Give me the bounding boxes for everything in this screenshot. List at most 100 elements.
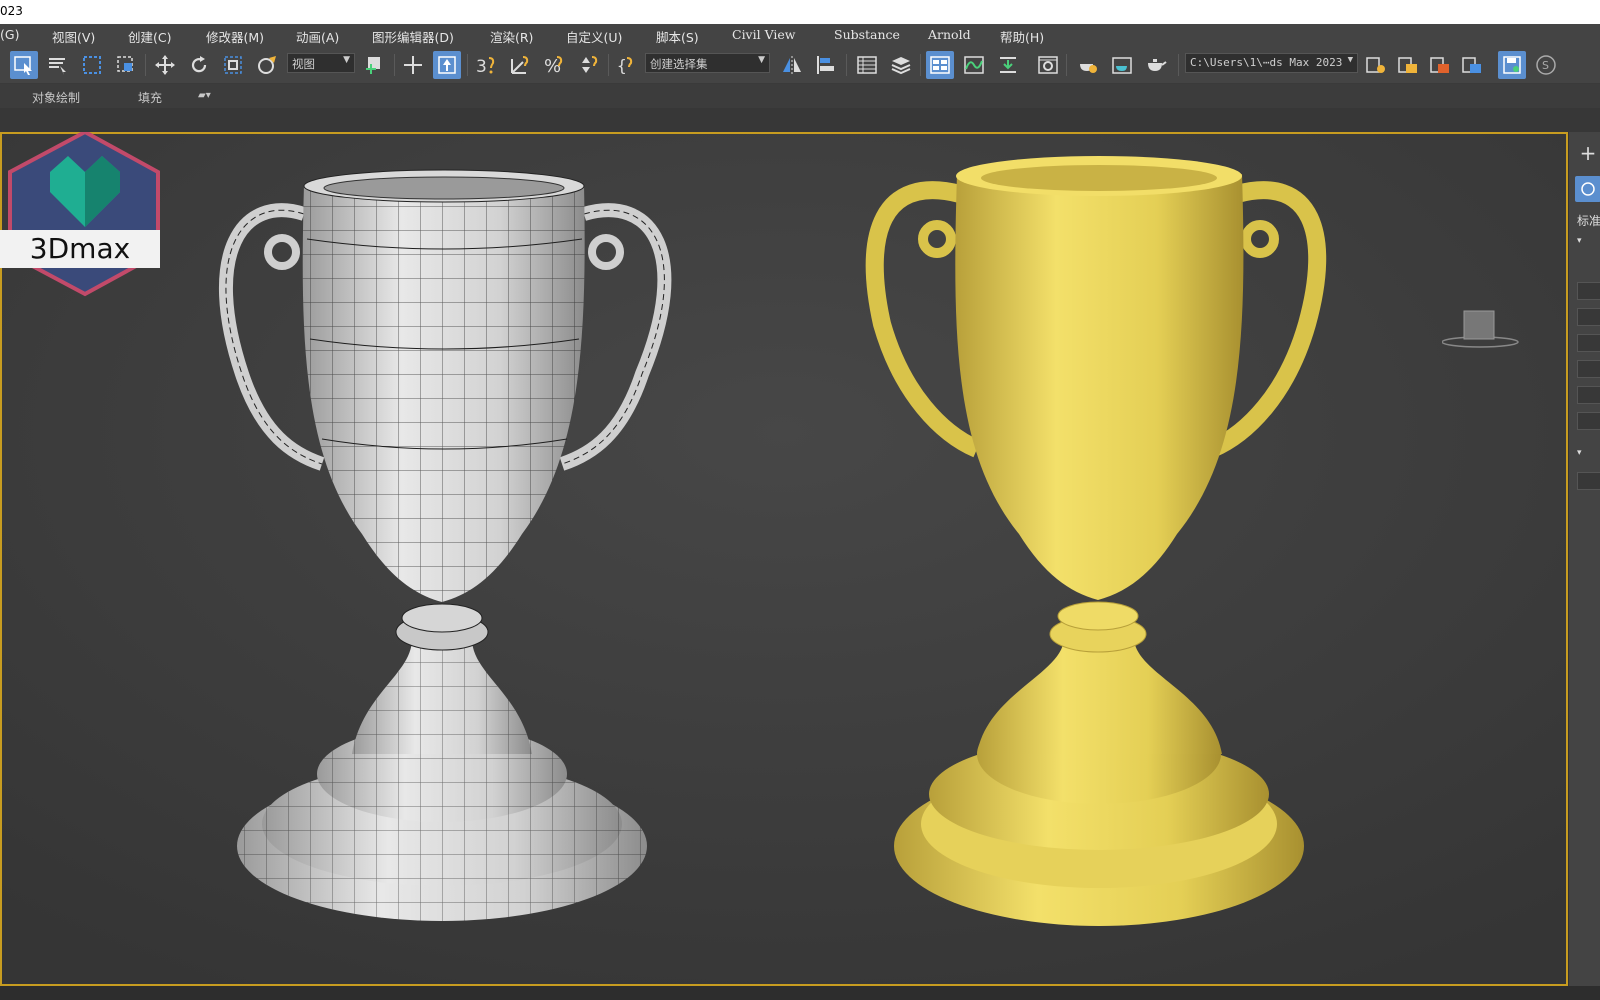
perspective-viewport[interactable]	[0, 132, 1568, 986]
select-manipulate-button[interactable]	[399, 51, 427, 79]
collapse-icon[interactable]: ▾	[1577, 448, 1582, 458]
place-button[interactable]	[253, 51, 281, 79]
angle-snap-button[interactable]	[506, 51, 534, 79]
create-project-button[interactable]	[1426, 51, 1454, 79]
window-crossing-icon	[117, 56, 133, 72]
align-icon	[817, 56, 834, 74]
layer-explorer-button[interactable]	[887, 51, 915, 79]
toolbar-separator	[920, 54, 921, 76]
menu-modifiers[interactable]: 修改器(M)	[206, 27, 264, 46]
list-select-icon	[49, 58, 66, 75]
create-tab-button[interactable]: +	[1575, 140, 1600, 166]
mirror-button[interactable]	[778, 51, 806, 79]
material-editor-button[interactable]	[1034, 51, 1062, 79]
move-button[interactable]	[151, 51, 179, 79]
rectangular-selection-button[interactable]	[78, 51, 106, 79]
status-strip	[0, 986, 1600, 1000]
toolbar-separator	[394, 54, 395, 76]
scale-button[interactable]	[219, 51, 247, 79]
menu-arnold[interactable]: Arnold	[928, 27, 971, 42]
named-selection-set-value: 创建选择集	[650, 57, 708, 71]
menu-civil-view[interactable]: Civil View	[732, 27, 796, 42]
geometry-button[interactable]	[1575, 176, 1600, 202]
command-panel: + 标准 ▾ ▾	[1568, 132, 1600, 1000]
manipulate-icon	[404, 56, 422, 74]
chevron-down-icon: ▼	[1347, 55, 1353, 65]
menu-customize[interactable]: 自定义(U)	[566, 27, 622, 46]
schematic-view-button[interactable]	[994, 51, 1022, 79]
render-setup-button[interactable]	[1074, 51, 1102, 79]
primitive-button-4[interactable]	[1577, 360, 1600, 378]
primitive-button-2[interactable]	[1577, 308, 1600, 326]
menu-help[interactable]: 帮助(H)	[1000, 27, 1044, 46]
toolbar-separator	[846, 54, 847, 76]
align-button[interactable]	[812, 51, 840, 79]
scale-icon	[224, 56, 242, 74]
tab-object-paint[interactable]: 对象绘制	[32, 89, 80, 106]
select-arrow-icon	[14, 56, 32, 75]
scene-explorer-button[interactable]	[853, 51, 881, 79]
pivot-center-button[interactable]	[361, 51, 389, 79]
edit-named-selection-button[interactable]: {	[613, 51, 641, 79]
toolbar-separator	[1178, 54, 1179, 76]
menu-rendering[interactable]: 渲染(R)	[490, 27, 533, 46]
primitive-button-5[interactable]	[1577, 386, 1600, 404]
angle-snap-icon	[511, 56, 529, 74]
spinner-snap-button[interactable]	[574, 51, 602, 79]
logo-hex-icon	[8, 129, 160, 297]
toggle-ribbon-button[interactable]	[926, 51, 954, 79]
help-circle-button[interactable]: S	[1532, 51, 1560, 79]
folder-gear-icon	[1366, 57, 1385, 73]
table-list-icon	[857, 56, 877, 74]
project-folder-button[interactable]	[1362, 51, 1390, 79]
mirror-icon	[783, 56, 801, 74]
menu-group[interactable]: (G)	[0, 27, 19, 42]
menu-scripting[interactable]: 脚本(S)	[656, 27, 699, 46]
menu-create[interactable]: 创建(C)	[128, 27, 171, 46]
collapse-icon[interactable]: ▾	[1577, 236, 1582, 246]
toolbar-separator	[608, 54, 609, 76]
ribbon-tabs: 对象绘制 填充 ▰▾	[0, 84, 1600, 108]
curve-editor-button[interactable]	[960, 51, 988, 79]
primitive-button-3[interactable]	[1577, 334, 1600, 352]
menu-graph-editors[interactable]: 图形编辑器(D)	[372, 27, 454, 46]
name-field[interactable]	[1577, 472, 1600, 490]
reference-coordinate-dropdown[interactable]: 视图 ▼	[287, 53, 355, 73]
toolbar-separator	[467, 54, 468, 76]
create-project-icon	[1430, 57, 1449, 73]
keyboard-shortcut-override-button[interactable]	[433, 51, 461, 79]
project-settings-icon	[1462, 57, 1481, 73]
project-path-dropdown[interactable]: C:\Users\1\⋯ds Max 2023 ▼	[1185, 53, 1358, 73]
view-cube[interactable]	[1441, 309, 1522, 354]
open-project-button[interactable]	[1394, 51, 1422, 79]
primitive-button-6[interactable]	[1577, 412, 1600, 430]
project-settings-button[interactable]	[1458, 51, 1486, 79]
circle-info-icon: S	[1536, 55, 1556, 75]
percent-snap-button[interactable]: %	[540, 51, 568, 79]
project-path-value: C:\Users\1\⋯ds Max 2023	[1190, 56, 1343, 69]
teapot-icon	[1148, 59, 1167, 71]
named-selection-set-dropdown[interactable]: 创建选择集 ▼	[645, 53, 770, 73]
tab-fill[interactable]: 填充	[138, 89, 162, 106]
menu-animation[interactable]: 动画(A)	[296, 27, 339, 46]
select-by-name-button[interactable]	[44, 51, 72, 79]
teapot-gear-icon	[1080, 64, 1097, 73]
plus-icon: +	[1579, 141, 1597, 165]
rotate-button[interactable]	[185, 51, 213, 79]
select-object-button[interactable]	[10, 51, 38, 79]
auto-backup-button[interactable]	[1498, 51, 1526, 79]
primitive-button-1[interactable]	[1577, 282, 1600, 300]
toolbar-separator	[145, 54, 146, 76]
menu-substance[interactable]: Substance	[834, 27, 900, 42]
menu-view[interactable]: 视图(V)	[52, 27, 95, 46]
ribbon-options-icon[interactable]: ▰▾	[198, 90, 211, 101]
spinner-snap-icon	[582, 56, 598, 73]
render-production-button[interactable]	[1142, 51, 1170, 79]
schematic-icon	[1000, 57, 1016, 73]
chevron-down-icon: ▼	[343, 55, 350, 65]
window-crossing-button[interactable]	[112, 51, 140, 79]
rendered-frame-window-button[interactable]	[1108, 51, 1136, 79]
window-title: 023	[0, 4, 23, 18]
snaps-toggle-button[interactable]: 3	[472, 51, 500, 79]
viewport-scene	[2, 134, 1566, 984]
